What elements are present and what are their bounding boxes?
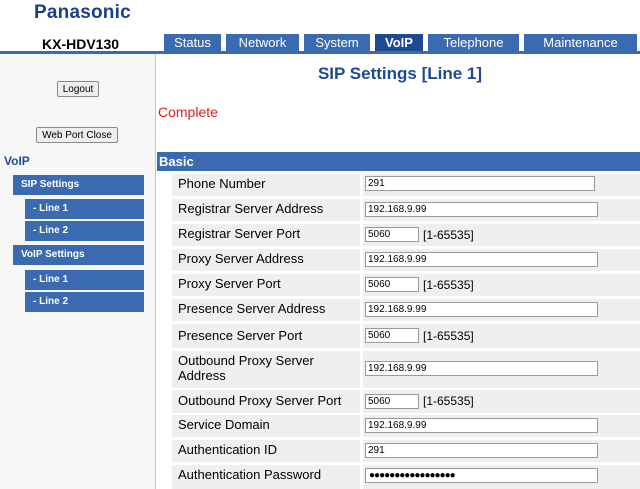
status-message: Complete xyxy=(158,104,218,120)
form-row-authentication-id: Authentication ID xyxy=(172,440,640,462)
field-label: Authentication Password xyxy=(172,465,360,489)
form-row-registrar-server-address: Registrar Server Address xyxy=(172,199,640,221)
tab-system[interactable]: System xyxy=(304,34,370,51)
authentication-password-input[interactable]: ●●●●●●●●●●●●●●●●● xyxy=(365,468,598,483)
field-label: Outbound Proxy Server Port xyxy=(172,390,360,413)
field-label: Phone Number xyxy=(172,174,360,196)
sidebar-item-sip-settings[interactable]: SIP Settings xyxy=(13,175,144,195)
sidebar-item-sip-line2[interactable]: - Line 2 xyxy=(25,221,144,241)
port-range-hint: [1-65535] xyxy=(423,278,474,292)
proxy-server-address-input[interactable] xyxy=(365,252,598,267)
registrar-server-address-input[interactable] xyxy=(365,202,598,217)
port-range-hint: [1-65535] xyxy=(423,329,474,343)
tab-network[interactable]: Network xyxy=(226,34,299,51)
registrar-server-port-input[interactable] xyxy=(365,227,419,242)
authentication-id-input[interactable] xyxy=(365,443,598,458)
form-row-presence-server-address: Presence Server Address xyxy=(172,299,640,321)
field-label: Presence Server Address xyxy=(172,299,360,321)
presence-server-address-input[interactable] xyxy=(365,302,598,317)
port-range-hint: [1-65535] xyxy=(423,394,474,408)
brand-logo: Panasonic xyxy=(34,2,131,23)
field-label: Service Domain xyxy=(172,415,360,437)
web-port-close-button[interactable]: Web Port Close xyxy=(36,127,118,143)
phone-number-input[interactable] xyxy=(365,176,595,191)
form-row-service-domain: Service Domain xyxy=(172,415,640,437)
section-header-basic: Basic xyxy=(157,152,640,171)
field-label: Proxy Server Address xyxy=(172,249,360,271)
tab-status[interactable]: Status xyxy=(164,34,221,51)
form-row-outbound-proxy-server-address: Outbound Proxy Server Address xyxy=(172,351,640,388)
field-label: Outbound Proxy Server Address xyxy=(172,351,360,388)
sidebar-item-voip-line1[interactable]: - Line 1 xyxy=(25,270,144,290)
form-row-phone-number: Phone Number xyxy=(172,174,640,196)
tab-telephone[interactable]: Telephone xyxy=(428,34,519,51)
form-row-authentication-password: Authentication Password ●●●●●●●●●●●●●●●●… xyxy=(172,465,640,489)
form-row-presence-server-port: Presence Server Port [1-65535] xyxy=(172,324,640,348)
field-label: Authentication ID xyxy=(172,440,360,462)
form-row-proxy-server-address: Proxy Server Address xyxy=(172,249,640,271)
field-label: Registrar Server Port xyxy=(172,224,360,246)
port-range-hint: [1-65535] xyxy=(423,228,474,242)
presence-server-port-input[interactable] xyxy=(365,328,419,343)
outbound-proxy-server-port-input[interactable] xyxy=(365,394,419,409)
field-label: Registrar Server Address xyxy=(172,199,360,221)
sidebar-section-voip: VoIP xyxy=(4,154,30,168)
form-row-registrar-server-port: Registrar Server Port [1-65535] xyxy=(172,224,640,246)
service-domain-input[interactable] xyxy=(365,418,598,433)
form-row-proxy-server-port: Proxy Server Port [1-65535] xyxy=(172,274,640,296)
field-label: Proxy Server Port xyxy=(172,274,360,296)
proxy-server-port-input[interactable] xyxy=(365,277,419,292)
field-label: Presence Server Port xyxy=(172,324,360,348)
model-name: KX-HDV130 xyxy=(42,36,120,52)
sidebar-item-voip-line2[interactable]: - Line 2 xyxy=(25,292,144,312)
page-title: SIP Settings [Line 1] xyxy=(317,64,483,83)
tab-voip[interactable]: VoIP xyxy=(375,34,423,51)
sidebar: Logout Web Port Close VoIP SIP Settings … xyxy=(0,54,156,489)
form-row-outbound-proxy-server-port: Outbound Proxy Server Port [1-65535] xyxy=(172,390,640,413)
tab-maintenance[interactable]: Maintenance xyxy=(524,34,637,51)
outbound-proxy-server-address-input[interactable] xyxy=(365,361,598,376)
sidebar-item-voip-settings[interactable]: VoIP Settings xyxy=(13,245,144,265)
sidebar-item-sip-line1[interactable]: - Line 1 xyxy=(25,199,144,219)
logout-button[interactable]: Logout xyxy=(57,81,99,97)
